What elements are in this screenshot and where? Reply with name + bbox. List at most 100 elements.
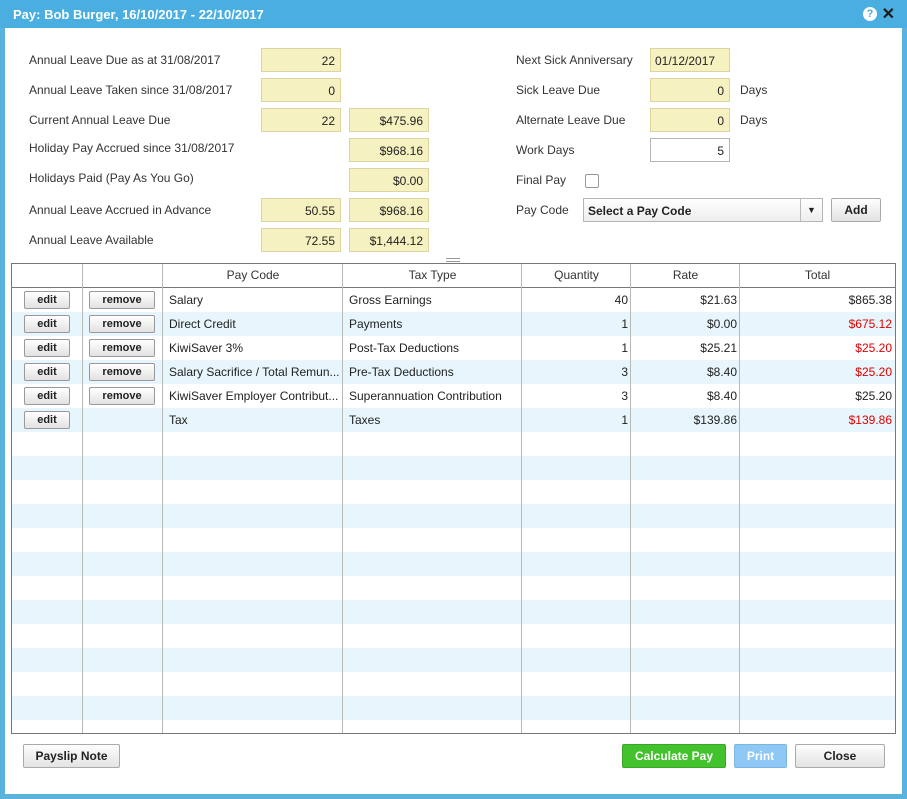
calculate-pay-button[interactable]: Calculate Pay: [622, 744, 726, 768]
holidays-paid-label: Holidays Paid (Pay As You Go): [29, 171, 194, 185]
edit-button[interactable]: edit: [24, 411, 70, 429]
empty-table-row: [12, 696, 895, 720]
tax-type-cell: Pre-Tax Deductions: [349, 365, 454, 379]
edit-button[interactable]: edit: [24, 363, 70, 381]
pay-code-select[interactable]: Select a Pay Code ▼: [583, 198, 823, 222]
empty-table-row: [12, 552, 895, 576]
remove-button[interactable]: remove: [89, 387, 155, 405]
quantity-cell: 1: [621, 317, 628, 331]
rate-cell: $139.86: [693, 413, 737, 427]
edit-button[interactable]: edit: [24, 315, 70, 333]
window-title: Pay: Bob Burger, 16/10/2017 - 22/10/2017: [13, 7, 264, 22]
empty-table-row: [12, 456, 895, 480]
empty-table-row: [12, 504, 895, 528]
current-annual-leave-label: Current Annual Leave Due: [29, 113, 171, 127]
table-row[interactable]: edit remove KiwiSaver 3% Post-Tax Deduction…: [12, 336, 895, 360]
pay-code-cell: Tax: [169, 413, 188, 427]
remove-button[interactable]: remove: [89, 339, 155, 357]
table-row[interactable]: edit remove Direct Credit Payments 1 $0.00 $67…: [12, 312, 895, 336]
alternate-leave-due-field[interactable]: 0: [650, 108, 730, 132]
tax-type-cell: Payments: [349, 317, 403, 331]
annual-leave-due-label: Annual Leave Due as at 31/08/2017: [29, 53, 221, 67]
header-rate[interactable]: Rate: [631, 264, 740, 287]
annual-leave-available-days-field[interactable]: 72.55: [261, 228, 341, 252]
column-divider: [342, 264, 343, 733]
current-annual-leave-amount-field[interactable]: $475.96: [349, 108, 429, 132]
next-sick-anniversary-field[interactable]: 01/12/2017: [650, 48, 730, 72]
pay-code-label: Pay Code: [516, 203, 569, 217]
annual-leave-available-amount-field[interactable]: $1,444.12: [349, 228, 429, 252]
work-days-label: Work Days: [516, 143, 575, 157]
panel-splitter[interactable]: [446, 258, 460, 262]
close-icon[interactable]: ✕: [882, 4, 895, 24]
current-annual-leave-days-field[interactable]: 22: [261, 108, 341, 132]
table-row[interactable]: edit remove KiwiSaver Employer Contribut..…: [12, 384, 895, 408]
empty-table-row: [12, 648, 895, 672]
title-bar: Pay: Bob Burger, 16/10/2017 - 22/10/2017…: [0, 0, 907, 28]
pay-code-cell: KiwiSaver 3%: [169, 341, 244, 355]
total-cell: $25.20: [855, 341, 892, 355]
print-button[interactable]: Print: [734, 744, 787, 768]
quantity-cell: 40: [614, 293, 628, 307]
rate-cell: $0.00: [706, 317, 737, 331]
holiday-pay-accrued-field[interactable]: $968.16: [349, 138, 429, 162]
pay-window: Pay: Bob Burger, 16/10/2017 - 22/10/2017…: [0, 0, 907, 799]
total-cell: $865.38: [848, 293, 892, 307]
empty-table-row: [12, 576, 895, 600]
table-row[interactable]: edit Tax Taxes 1 $139.86 $139.86: [12, 408, 895, 432]
remove-button[interactable]: remove: [89, 363, 155, 381]
rate-cell: $25.21: [700, 341, 737, 355]
add-button[interactable]: Add: [831, 198, 881, 222]
edit-button[interactable]: edit: [24, 291, 70, 309]
quantity-cell: 1: [621, 341, 628, 355]
work-days-field[interactable]: 5: [650, 138, 730, 162]
remove-button[interactable]: remove: [89, 315, 155, 333]
pay-code-cell: Direct Credit: [169, 317, 236, 331]
column-divider: [162, 264, 163, 733]
final-pay-checkbox[interactable]: [585, 174, 599, 188]
alternate-leave-unit: Days: [740, 113, 768, 127]
total-cell: $675.12: [848, 317, 892, 331]
table-row[interactable]: edit remove Salary Sacrifice / Total Remun…: [12, 360, 895, 384]
annual-leave-advance-label: Annual Leave Accrued in Advance: [29, 203, 212, 217]
payslip-note-button[interactable]: Payslip Note: [23, 744, 120, 768]
close-button[interactable]: Close: [795, 744, 885, 768]
header-tax-type[interactable]: Tax Type: [343, 264, 522, 287]
rate-cell: $8.40: [706, 389, 737, 403]
sick-leave-due-field[interactable]: 0: [650, 78, 730, 102]
empty-table-row: [12, 600, 895, 624]
remove-button[interactable]: remove: [89, 291, 155, 309]
column-divider: [739, 264, 740, 733]
alternate-leave-due-label: Alternate Leave Due: [516, 113, 626, 127]
annual-leave-advance-amount-field[interactable]: $968.16: [349, 198, 429, 222]
next-sick-anniversary-label: Next Sick Anniversary: [516, 53, 633, 67]
header-pay-code[interactable]: Pay Code: [163, 264, 343, 287]
annual-leave-taken-field[interactable]: 0: [261, 78, 341, 102]
total-cell: $139.86: [848, 413, 892, 427]
chevron-down-icon[interactable]: ▼: [800, 199, 822, 221]
empty-table-row: [12, 672, 895, 696]
empty-table-row: [12, 432, 895, 456]
pay-lines-table: Pay Code Tax Type Quantity Rate Total ed…: [11, 263, 896, 734]
quantity-cell: 1: [621, 413, 628, 427]
edit-button[interactable]: edit: [24, 387, 70, 405]
holidays-paid-field[interactable]: $0.00: [349, 168, 429, 192]
header-total[interactable]: Total: [740, 264, 895, 287]
header-edit: [12, 264, 82, 287]
tax-type-cell: Post-Tax Deductions: [349, 341, 460, 355]
annual-leave-due-field[interactable]: 22: [261, 48, 341, 72]
header-quantity[interactable]: Quantity: [522, 264, 631, 287]
total-cell: $25.20: [855, 365, 892, 379]
tax-type-cell: Superannuation Contribution: [349, 389, 502, 403]
edit-button[interactable]: edit: [24, 339, 70, 357]
help-icon[interactable]: ?: [863, 7, 877, 21]
column-divider: [630, 264, 631, 733]
annual-leave-advance-days-field[interactable]: 50.55: [261, 198, 341, 222]
table-row[interactable]: edit remove Salary Gross Earnings 40 $21.63 $8…: [12, 288, 895, 312]
annual-leave-available-label: Annual Leave Available: [29, 233, 154, 247]
dialog-body: Annual Leave Due as at 31/08/2017 22 Ann…: [5, 28, 902, 794]
final-pay-label: Final Pay: [516, 173, 567, 187]
empty-table-row: [12, 624, 895, 648]
annual-leave-taken-label: Annual Leave Taken since 31/08/2017: [29, 83, 233, 97]
total-cell: $25.20: [855, 389, 892, 403]
